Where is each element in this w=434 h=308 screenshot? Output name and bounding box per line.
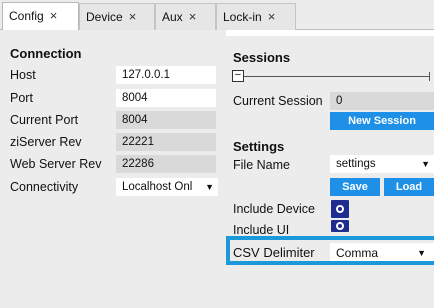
include-device-label: Include Device (233, 202, 315, 216)
collapse-button[interactable]: − (232, 70, 244, 82)
settings-title: Settings (233, 139, 285, 154)
session-divider (244, 76, 430, 77)
file-name-label: File Name (233, 158, 290, 172)
close-icon[interactable]: × (268, 4, 276, 30)
ziserver-rev-value: 22221 (116, 133, 216, 151)
include-ui-toggle[interactable] (331, 220, 349, 232)
tab-label: Aux (162, 10, 183, 24)
close-icon[interactable]: × (189, 4, 197, 30)
current-port-label: Current Port (10, 113, 79, 127)
port-input[interactable]: 8004 (116, 89, 216, 107)
port-label: Port (10, 91, 33, 105)
current-session-value: 0 (330, 92, 434, 110)
session-divider-end (429, 72, 430, 81)
save-button[interactable]: Save (330, 178, 380, 196)
tab-label: Lock-in (223, 10, 262, 24)
close-icon[interactable]: × (129, 4, 137, 30)
connectivity-value: Localhost Onl (122, 181, 193, 193)
tab-aux[interactable]: Aux × (155, 3, 216, 30)
web-server-rev-value: 22286 (116, 155, 216, 173)
host-label: Host (10, 68, 36, 82)
tab-label: Config (9, 9, 44, 23)
tab-bar: Config × Device × Aux × Lock-in × (0, 0, 434, 31)
dropdown-arrow-icon: ▼ (421, 159, 430, 169)
host-input[interactable]: 127.0.0.1 (116, 66, 216, 84)
ziserver-rev-label: ziServer Rev (10, 135, 82, 149)
highlight-box (226, 236, 434, 265)
new-session-button[interactable]: New Session (330, 112, 434, 130)
web-server-rev-label: Web Server Rev (10, 157, 102, 171)
toggle-on-icon (336, 205, 344, 213)
connectivity-label: Connectivity (10, 180, 79, 194)
load-button[interactable]: Load (384, 178, 434, 196)
tab-lock-in[interactable]: Lock-in × (216, 3, 296, 30)
tab-label: Device (86, 10, 123, 24)
toggle-on-icon (336, 222, 344, 230)
tab-device[interactable]: Device × (79, 3, 155, 30)
current-port-value: 8004 (116, 111, 216, 129)
file-name-value: settings (336, 158, 376, 170)
current-session-label: Current Session (233, 94, 323, 108)
connection-title: Connection (10, 46, 82, 61)
tab-config[interactable]: Config × (2, 2, 79, 31)
sessions-title: Sessions (233, 50, 291, 65)
connectivity-select[interactable]: Localhost Onl ▼ (116, 178, 218, 196)
dropdown-arrow-icon: ▼ (205, 182, 214, 192)
minus-icon: − (234, 69, 242, 81)
close-icon[interactable]: × (50, 3, 58, 29)
include-ui-label: Include UI (233, 223, 290, 237)
file-name-select[interactable]: settings ▼ (330, 155, 434, 173)
include-device-toggle[interactable] (331, 200, 349, 218)
